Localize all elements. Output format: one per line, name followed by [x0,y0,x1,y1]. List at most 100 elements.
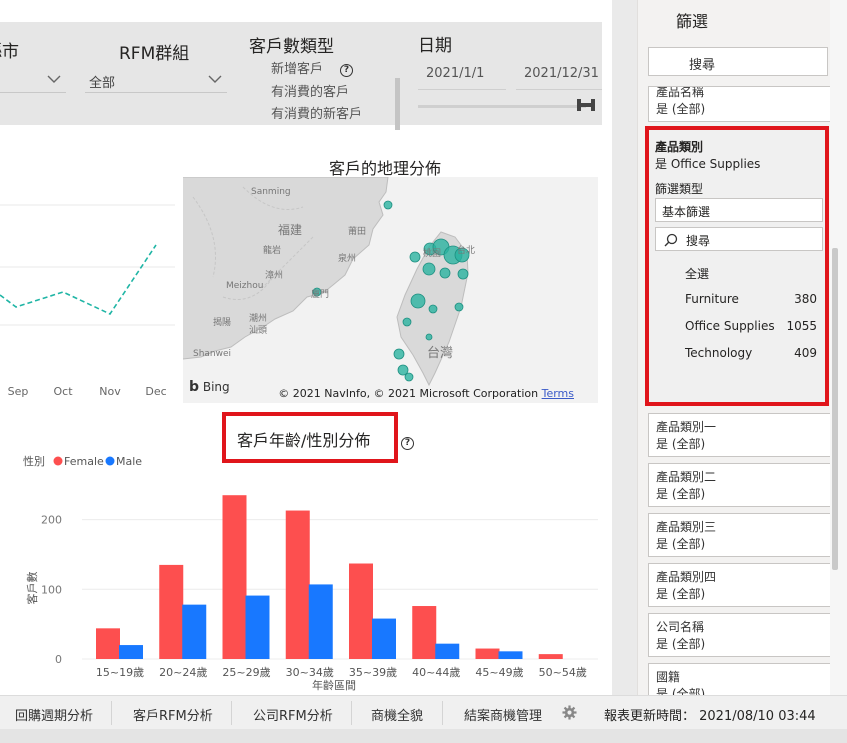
date-end-input[interactable]: 2021/12/31 [516,58,602,90]
x-tick-label: Oct [53,385,73,398]
bar-male[interactable] [372,618,396,659]
map-bubble[interactable] [425,333,433,341]
bar-male[interactable] [498,651,523,659]
trend-line [0,244,157,316]
x-tick-label: Nov [99,385,121,398]
page-tab-bar: 回購週期分析 客戶RFM分析 公司RFM分析 商機全貌 結案商機管理 報表更新時… [0,695,847,729]
filter-values-search[interactable]: 搜尋 [655,227,823,251]
map-bubble[interactable] [402,317,412,327]
map-bubble[interactable] [422,262,436,276]
map-terms-link[interactable]: Terms [542,387,574,400]
map-place-label: Shanwei [193,349,232,359]
map-place-label: 福建 [278,223,303,237]
filter-card[interactable]: 產品類別一是 (全部) [648,413,831,457]
customer-type-option[interactable]: 新增客戶 [271,58,323,77]
age-gender-chart: 性別 Female Male 0 100 200 15~19歲 20~24歲 25~29… [23,454,598,692]
customer-type-slicer-title: 客戶數類型 [249,37,334,57]
slider-handle-icon[interactable] [576,98,596,112]
filter-option[interactable]: Furniture [685,292,739,306]
filter-card[interactable]: 公司名稱是 (全部) [648,613,831,657]
y-tick-label: 200 [41,514,62,527]
filter-search-input[interactable]: 搜尋 [648,47,828,76]
filter-card-product-name[interactable]: 產品名稱 是 (全部) [648,86,831,122]
filter-card[interactable]: 產品類別二是 (全部) [648,463,831,507]
slicer-scrollbar[interactable] [395,78,400,130]
help-icon[interactable]: ? [340,57,353,77]
legend-label-female[interactable]: Female [64,455,104,468]
x-tick-label: 45~49歲 [475,665,523,679]
map-place-label: 廈門 [311,290,330,300]
map-bubble[interactable] [404,372,414,382]
rfm-slicer-title: RFM群組 [119,44,190,64]
filter-card[interactable]: 產品類別三是 (全部) [648,513,831,557]
filter-option[interactable]: Technology [685,346,752,360]
y-tick-label: 100 [41,583,62,596]
customer-map[interactable]: Sanming 福建 莆田 龍岩 泉州 漳州 Meizhou 廈門 揭陽 潮州 … [183,177,598,403]
filter-pane-scrollbar[interactable] [830,0,847,695]
map-bubble[interactable] [383,200,393,210]
bar-female[interactable] [412,606,437,659]
page-tab[interactable]: 商機全貌 [371,696,423,730]
bar-male[interactable] [245,595,270,659]
page-tab[interactable]: 客戶RFM分析 [133,696,213,730]
bar-female[interactable] [222,495,247,659]
filter-card-product-category[interactable]: 產品類別 是 Office Supplies 篩選類型 基本篩選 搜尋 全選 F… [645,126,829,406]
page-tab[interactable]: 回購週期分析 [15,696,93,730]
bar-female[interactable] [159,564,184,659]
city-dropdown[interactable] [0,67,66,93]
x-tick-label: 30~34歲 [286,665,334,679]
date-range-track[interactable] [418,105,586,108]
search-icon [664,233,678,247]
legend-label-male[interactable]: Male [116,455,142,468]
map-place-label: 泉州 [338,254,357,264]
bar-female[interactable] [285,510,310,659]
tab-divider [231,701,232,725]
status-strip [0,729,847,743]
help-icon[interactable]: ? [401,430,414,450]
x-tick-label: 15~19歲 [96,665,144,679]
filter-type-select[interactable]: 基本篩選 [655,198,823,222]
map-bubble[interactable] [439,267,451,279]
map-bubble[interactable] [409,251,421,263]
bar-male[interactable] [182,604,207,659]
chart-legend: 性別 Female Male [23,454,142,468]
line-chart: Sep Oct Nov Dec [0,204,175,398]
map-place-label: 桃園 [423,249,442,259]
page-tab[interactable]: 結案商機管理 [464,696,542,730]
filter-card[interactable]: 國籍是 (全部) [648,663,831,695]
gear-icon[interactable] [562,705,577,720]
filter-card[interactable]: 產品類別四是 (全部) [648,563,831,607]
chevron-down-icon [208,75,222,83]
page-tab[interactable]: 公司RFM分析 [253,696,333,730]
bar-female[interactable] [349,563,373,659]
x-tick-label: Sep [8,385,29,398]
bar-male[interactable] [308,584,333,659]
map-bubble[interactable] [410,293,426,309]
map-bubble[interactable] [454,302,464,312]
bar-female[interactable] [475,648,500,659]
filter-option[interactable]: Office Supplies [685,319,775,333]
map-bubble[interactable] [393,348,405,360]
bar-female[interactable] [538,654,563,659]
map-place-label: 台灣 [427,346,454,361]
filter-option-count: 409 [794,346,817,360]
bar-female[interactable] [96,628,120,659]
filter-pane-title: 篩選 [676,12,709,31]
date-start-input[interactable]: 2021/1/1 [418,58,506,90]
rfm-dropdown-value: 全部 [89,76,116,91]
map-place-label: 龍岩 [263,246,282,256]
bar-male[interactable] [119,645,143,659]
filter-option-count: 1055 [786,319,817,333]
rfm-dropdown[interactable]: 全部 [85,67,227,93]
customer-type-option[interactable]: 有消費的客戶 [271,81,349,100]
filter-option-select-all[interactable]: 全選 [685,265,709,282]
map-bubble[interactable] [428,304,438,314]
customer-type-option[interactable]: 有消費的新客戶 [271,103,362,122]
filter-pane: 篩選 搜尋 產品名稱 是 (全部) 產品類別 是 Office Supplies… [637,0,839,695]
filter-pane-scroll-thumb[interactable] [832,248,838,570]
map-bubble[interactable] [457,268,469,280]
bar-male[interactable] [435,643,460,659]
map-place-label: 莆田 [348,227,367,237]
map-place-label: Meizhou [226,281,264,291]
city-slicer-title: 縣市 [0,42,19,62]
